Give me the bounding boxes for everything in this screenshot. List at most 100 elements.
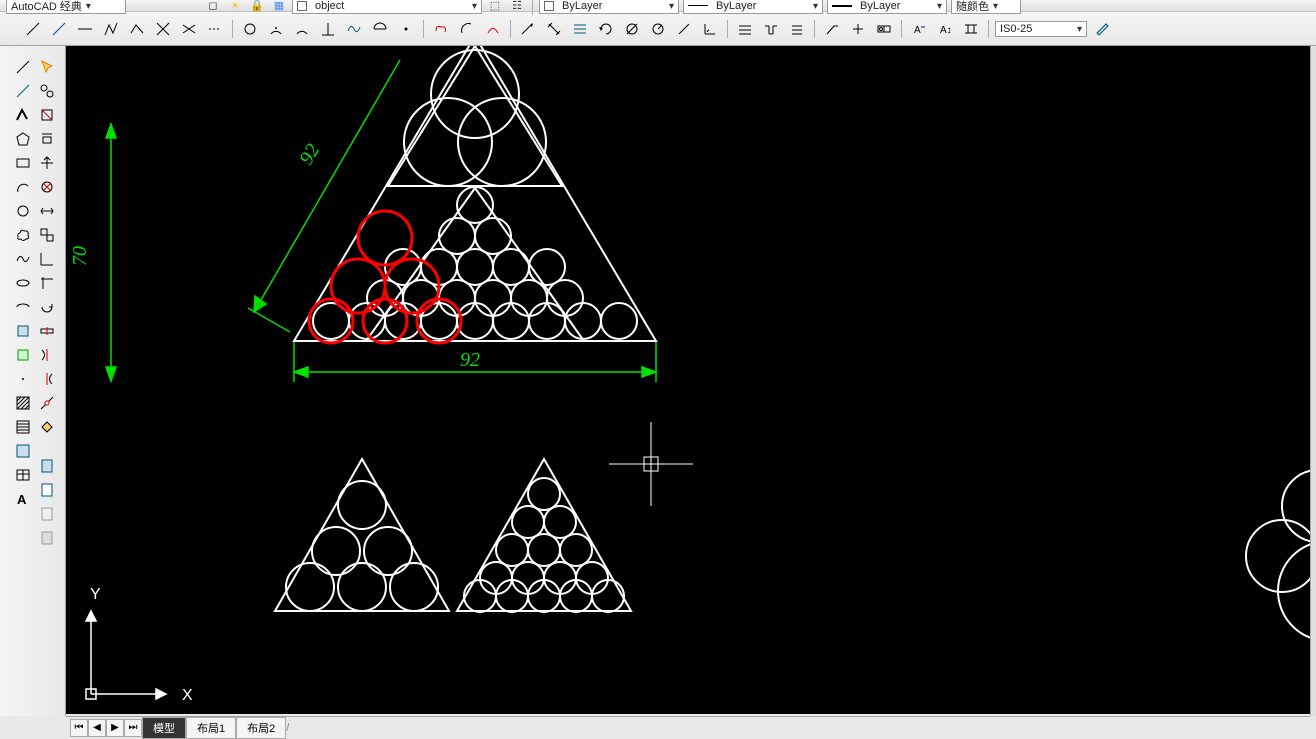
tab-layout1[interactable]: 布局1	[186, 717, 236, 739]
dim-aligned-icon[interactable]	[36, 128, 58, 150]
dim-linear-icon[interactable]	[36, 104, 58, 126]
radius-icon[interactable]	[647, 18, 669, 40]
polyline3d-icon[interactable]	[126, 18, 148, 40]
point-icon[interactable]	[395, 18, 417, 40]
angle-dim-icon[interactable]	[699, 18, 721, 40]
tolerance-icon[interactable]	[873, 18, 895, 40]
ordinate-icon[interactable]	[786, 18, 808, 40]
block-make-icon[interactable]	[12, 344, 34, 366]
text-edit-icon[interactable]: A↕	[934, 18, 956, 40]
freeze-icon-tb[interactable]: ☀	[226, 0, 244, 15]
diameter-icon[interactable]	[621, 18, 643, 40]
workspace-combo[interactable]: AutoCAD 经典	[6, 0, 126, 14]
array-icon[interactable]	[36, 248, 58, 270]
fillet-arc2-icon[interactable]	[482, 18, 504, 40]
ray-icon[interactable]	[48, 18, 70, 40]
extend-icon[interactable]	[36, 368, 58, 390]
layer-states-icon[interactable]: ☷	[508, 0, 526, 15]
offset-icon[interactable]	[36, 224, 58, 246]
paint-icon[interactable]	[36, 416, 58, 438]
align-icon[interactable]	[569, 18, 591, 40]
ellipse-icon[interactable]	[12, 272, 34, 294]
copy-icon[interactable]	[36, 176, 58, 198]
tab-model[interactable]: 模型	[142, 717, 186, 739]
layer-color-icon[interactable]: ▦	[270, 0, 288, 15]
color-combo[interactable]: 随颜色	[951, 0, 1021, 14]
tab-layout2[interactable]: 布局2	[236, 717, 286, 739]
gradient-icon[interactable]	[12, 416, 34, 438]
perpendicular-icon[interactable]	[317, 18, 339, 40]
lineweight-combo[interactable]: ByLayer	[683, 0, 823, 14]
slash-dim-icon[interactable]	[673, 18, 695, 40]
quick-leader-icon[interactable]	[821, 18, 843, 40]
multiline-icon[interactable]	[152, 18, 174, 40]
polyline-icon[interactable]	[100, 18, 122, 40]
spline-icon[interactable]	[343, 18, 365, 40]
table-icon[interactable]	[12, 464, 34, 486]
measure-icon[interactable]	[543, 18, 565, 40]
dim-update-icon[interactable]	[1091, 18, 1113, 40]
tab-first-icon[interactable]: ⏮	[70, 719, 88, 737]
tangent-arc-icon[interactable]	[369, 18, 391, 40]
pline-icon[interactable]	[12, 104, 34, 126]
tab-prev-icon[interactable]: ◀	[88, 719, 106, 737]
tab-next-icon[interactable]: ▶	[106, 719, 124, 737]
circle-icon[interactable]	[239, 18, 261, 40]
arrow-icon[interactable]	[517, 18, 539, 40]
freeze-icon[interactable]	[36, 527, 58, 549]
fillet-arc-icon[interactable]	[456, 18, 478, 40]
revcloud-icon[interactable]	[12, 224, 34, 246]
rotate-icon[interactable]	[36, 272, 58, 294]
spacing-icon[interactable]	[960, 18, 982, 40]
layer-previous-icon[interactable]: ⬚	[486, 0, 504, 15]
tab-last-icon[interactable]: ⏭	[124, 719, 142, 737]
point-icon[interactable]	[12, 368, 34, 390]
mtext-icon[interactable]: A	[12, 488, 34, 510]
dash-icon[interactable]	[204, 18, 226, 40]
separator	[532, 0, 533, 15]
layer-combo[interactable]: object	[292, 0, 482, 14]
break-at-icon[interactable]	[36, 392, 58, 414]
show-icon[interactable]	[36, 479, 58, 501]
construction-line-icon[interactable]	[74, 18, 96, 40]
polygon-icon[interactable]	[12, 128, 34, 150]
props-icon[interactable]	[36, 455, 58, 477]
line-icon[interactable]	[22, 18, 44, 40]
lock-icon[interactable]: 🔒	[248, 0, 266, 15]
mirror-icon[interactable]	[36, 200, 58, 222]
revcloud-icon[interactable]	[430, 18, 452, 40]
region-icon[interactable]	[12, 440, 34, 462]
scale-icon[interactable]	[36, 296, 58, 318]
dim-radius-icon[interactable]	[36, 152, 58, 174]
spline-icon[interactable]	[12, 248, 34, 270]
dimedit-icon[interactable]: A	[908, 18, 930, 40]
stretch-icon[interactable]	[36, 320, 58, 342]
arc-icon[interactable]	[12, 176, 34, 198]
drawing-canvas[interactable]: Y X 70 92 92	[66, 46, 1310, 714]
rectangle-icon[interactable]	[12, 152, 34, 174]
plotstyle-combo[interactable]: ByLayer	[827, 0, 947, 14]
block-insert-icon[interactable]	[12, 320, 34, 342]
circle-icon[interactable]	[12, 200, 34, 222]
arc3pt-icon[interactable]	[265, 18, 287, 40]
rotate-dim-icon[interactable]	[595, 18, 617, 40]
break-icon[interactable]	[178, 18, 200, 40]
xline-icon[interactable]	[12, 80, 34, 102]
hatch-icon[interactable]	[12, 392, 34, 414]
line-icon[interactable]	[12, 56, 34, 78]
workspace-bar: AutoCAD 经典 ◻ ☀ 🔒 ▦ object ⬚ ☷ ByLayer By…	[0, 0, 1316, 12]
arc-icon[interactable]	[291, 18, 313, 40]
layer-off-icon[interactable]: ◻	[204, 0, 222, 15]
hide-icon[interactable]	[36, 503, 58, 525]
vertical-scrollbar[interactable]	[1310, 46, 1316, 716]
continue-icon[interactable]	[760, 18, 782, 40]
color-combo-label: 随颜色	[956, 0, 989, 14]
trim-icon[interactable]	[36, 344, 58, 366]
match-prop-icon[interactable]	[36, 80, 58, 102]
select-icon[interactable]	[36, 56, 58, 78]
linetype-combo[interactable]: ByLayer	[539, 0, 679, 14]
center-mark-icon[interactable]	[847, 18, 869, 40]
ellipse-arc-icon[interactable]	[12, 296, 34, 318]
dimstyle-combo[interactable]: IS0-25	[995, 21, 1087, 37]
baseline-icon[interactable]	[734, 18, 756, 40]
